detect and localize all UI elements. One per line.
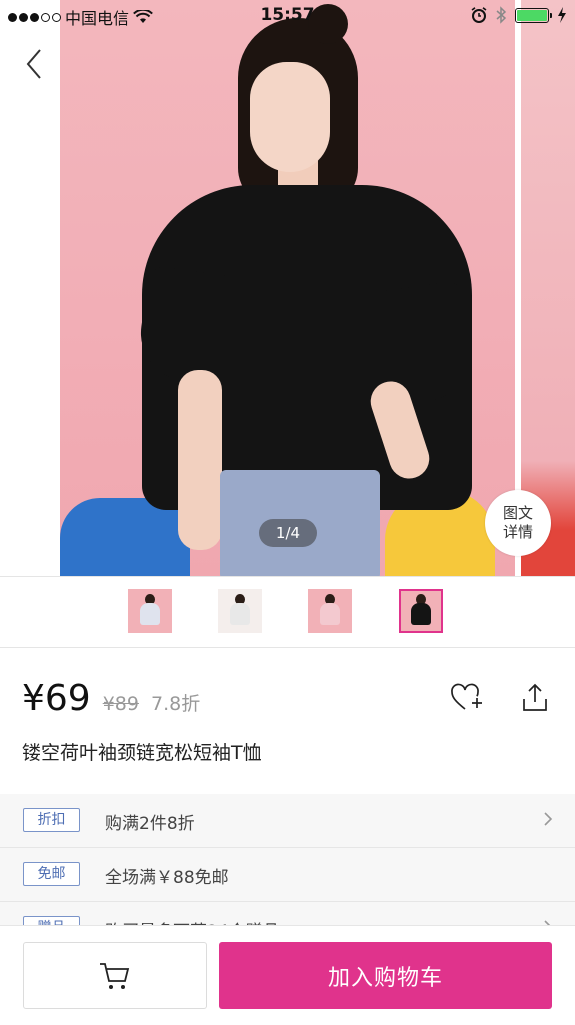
status-right xyxy=(471,6,567,24)
product-photo[interactable] xyxy=(60,0,515,576)
original-price: ¥89 xyxy=(102,693,139,715)
add-favorite-button[interactable] xyxy=(450,682,484,714)
product-title: 镂空荷叶袖颈链宽松短袖T恤 xyxy=(22,742,262,764)
promotion-list: 折扣 购满2件8折 免邮 全场满￥88免邮 赠品 购买最多可获24个赠品 xyxy=(0,794,575,956)
promotion-row-shipping: 免邮 全场满￥88免邮 xyxy=(0,848,575,902)
thumbnail-3[interactable] xyxy=(308,589,352,633)
share-icon xyxy=(523,683,547,711)
next-photo-peek[interactable] xyxy=(521,0,575,576)
bottom-action-bar: 加入购物车 xyxy=(0,925,575,1025)
charging-bolt-icon xyxy=(558,7,566,23)
cart-button[interactable] xyxy=(23,942,207,1009)
thumbnail-1[interactable] xyxy=(128,589,172,633)
image-counter: 1/4 xyxy=(259,519,317,547)
current-price: ¥69 xyxy=(22,678,91,719)
add-to-cart-button[interactable]: 加入购物车 xyxy=(219,942,552,1009)
thumbnail-strip xyxy=(0,576,575,648)
promo-tag: 免邮 xyxy=(23,862,80,886)
status-bar: 中国电信 15:57 xyxy=(0,0,575,30)
battery-icon xyxy=(515,7,552,23)
cart-icon xyxy=(100,962,130,989)
promo-text: 购满2件8折 xyxy=(105,814,195,834)
thumbnail-4[interactable] xyxy=(399,589,443,633)
chevron-left-icon xyxy=(26,49,41,79)
price-row: ¥69 ¥89 7.8折 xyxy=(22,678,200,719)
bluetooth-icon xyxy=(496,6,507,24)
discount-label: 7.8折 xyxy=(150,693,201,715)
chevron-right-icon xyxy=(544,812,553,826)
back-button[interactable] xyxy=(16,46,52,82)
heart-plus-icon xyxy=(451,683,482,710)
promotion-row-discount[interactable]: 折扣 购满2件8折 xyxy=(0,794,575,848)
share-button[interactable] xyxy=(518,682,552,714)
product-image-gallery[interactable]: 1/4 图文 详情 xyxy=(0,0,575,576)
detail-button-line1: 图文 xyxy=(502,504,533,522)
thumbnail-2[interactable] xyxy=(218,589,262,633)
detail-button-line2: 详情 xyxy=(502,523,533,541)
graphic-detail-button[interactable]: 图文 详情 xyxy=(485,490,551,556)
promo-text: 全场满￥88免邮 xyxy=(105,868,229,888)
promo-tag: 折扣 xyxy=(23,808,80,832)
alarm-icon xyxy=(471,7,487,23)
